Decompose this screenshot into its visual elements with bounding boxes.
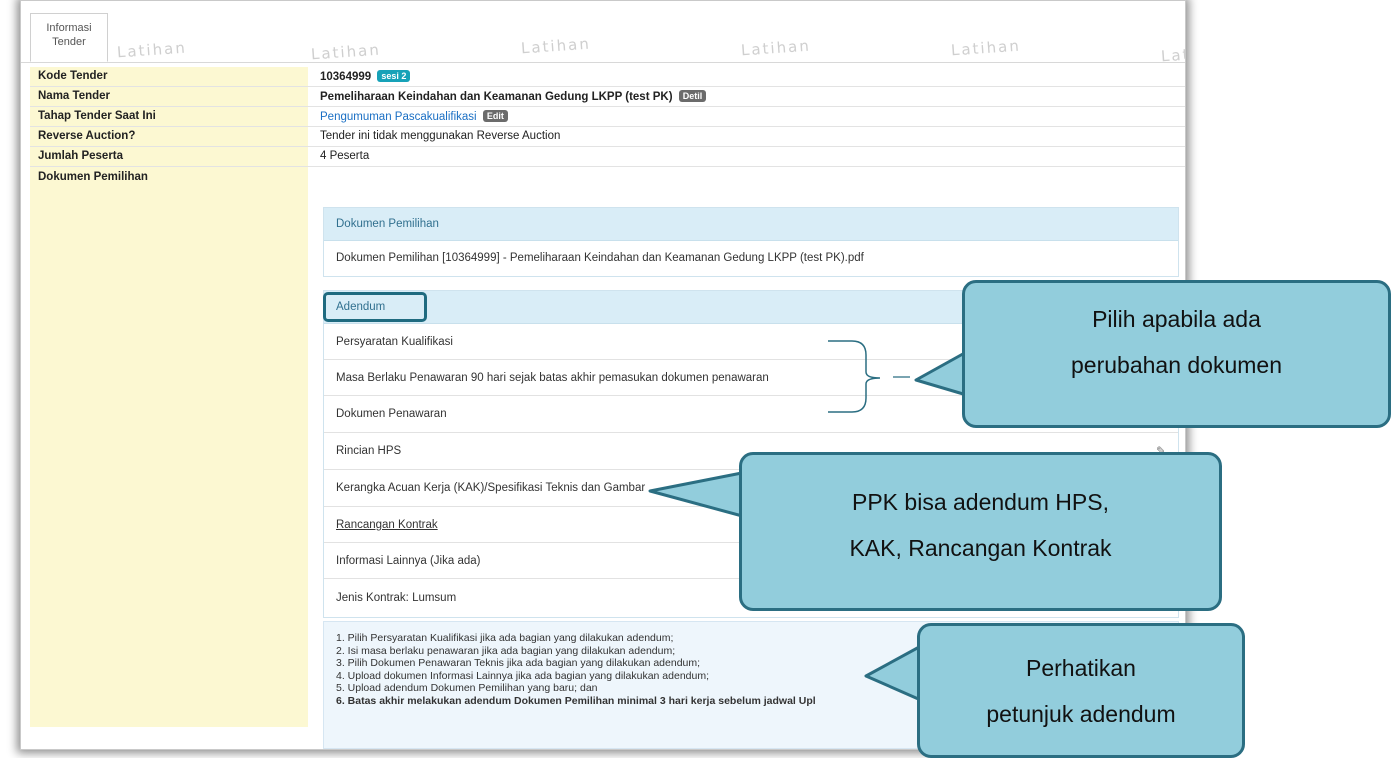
brace-icon xyxy=(828,340,881,413)
callout-text: perubahan dokumen xyxy=(1071,352,1282,378)
callout-text: petunjuk adendum xyxy=(986,701,1176,727)
callout-text: KAK, Rancangan Kontrak xyxy=(849,535,1112,561)
callout-text: Pilih apabila ada xyxy=(1092,306,1261,332)
callout-text: PPK bisa adendum HPS, xyxy=(852,489,1109,515)
callout-pilih-adendum: Pilih apabila ada perubahan dokumen xyxy=(962,280,1391,428)
callout-text: Perhatikan xyxy=(1026,655,1136,681)
callout-petunjuk: Perhatikan petunjuk adendum xyxy=(917,623,1245,758)
callout-ppk-adendum: PPK bisa adendum HPS, KAK, Rancangan Kon… xyxy=(739,452,1222,611)
